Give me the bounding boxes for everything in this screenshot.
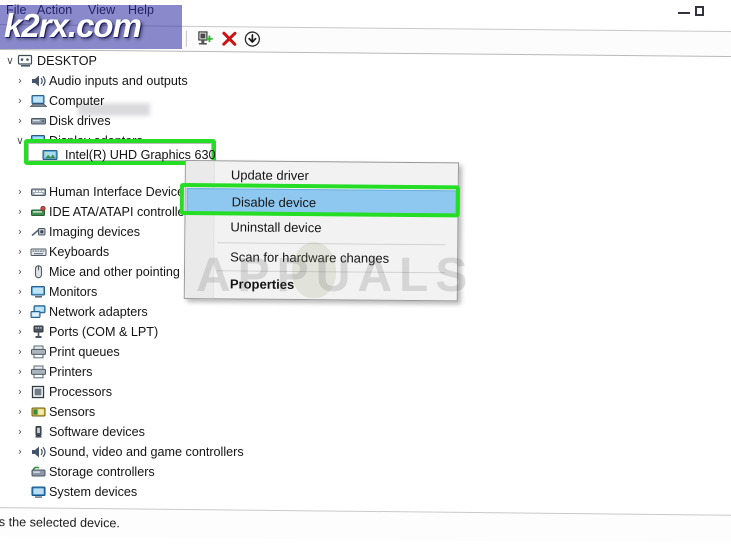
tree-item-label: Ports (COM & LPT): [49, 325, 159, 339]
usb-icon: [30, 504, 47, 505]
software-device-icon: [30, 424, 47, 440]
chevron-right-icon[interactable]: ›: [14, 422, 26, 442]
chevron-right-icon[interactable]: ›: [14, 302, 26, 322]
status-bar: es the selected device.: [0, 507, 731, 544]
chevron-right-icon[interactable]: ›: [14, 442, 26, 462]
chevron-right-icon[interactable]: ›: [14, 111, 26, 131]
chevron-right-icon[interactable]: ›: [14, 402, 26, 422]
chevron-right-icon[interactable]: ›: [14, 182, 26, 202]
appuals-watermark: APPUALS: [196, 249, 475, 302]
keyboard-icon: [30, 244, 47, 260]
tree-item-label: Storage controllers: [49, 465, 155, 479]
tree-item-label: Mice and other pointing dev: [49, 265, 204, 279]
storage-controller-icon: [30, 464, 47, 480]
scan-for-hardware-changes-icon[interactable]: [196, 30, 216, 48]
context-menu-item-update-driver[interactable]: Update driver: [187, 162, 457, 190]
chevron-down-icon[interactable]: ∨: [4, 51, 16, 71]
tree-item-label: Monitors: [49, 285, 98, 299]
tree-item-label: Sound, video and game controllers: [49, 445, 244, 459]
maximize-button[interactable]: [694, 3, 708, 17]
minimize-button[interactable]: [677, 4, 691, 18]
printer-icon: [30, 364, 47, 380]
chevron-right-icon[interactable]: ›: [14, 262, 26, 282]
tree-item-label: DESKTOP: [37, 54, 97, 68]
context-menu-item-label: Update driver: [230, 167, 309, 184]
context-menu-item-label: Uninstall device: [230, 219, 322, 236]
tree-item-label: IDE ATA/ATAPI controllers: [49, 205, 196, 219]
chevron-right-icon[interactable]: ›: [14, 362, 26, 382]
chevron-right-icon[interactable]: ›: [14, 222, 26, 242]
tree-item-label: Universal Serial Bus controllers: [49, 502, 224, 505]
display-adapter-icon: [42, 149, 59, 164]
disable-device-icon[interactable]: [243, 30, 263, 48]
tree-item-label: Processors: [49, 385, 112, 399]
port-icon: [30, 324, 47, 340]
hid-icon: [30, 184, 47, 200]
computer-icon: [29, 93, 48, 109]
context-menu-item-disable-device[interactable]: Disable device: [186, 188, 457, 217]
processor-icon: [30, 384, 47, 400]
tree-item-label: System devices: [49, 485, 138, 499]
chevron-right-icon[interactable]: ›: [14, 382, 26, 402]
tree-item-label: Print queues: [49, 345, 120, 359]
tree-item-label: Human Interface Devices: [49, 185, 191, 199]
monitor-icon: [30, 284, 47, 300]
print-queue-icon: [30, 344, 47, 360]
toolbar-separator: [185, 30, 187, 47]
sensor-icon: [30, 404, 47, 420]
tree-item-label: Software devices: [49, 425, 145, 439]
chevron-right-icon[interactable]: ›: [14, 202, 26, 222]
tree-item-label: Printers: [49, 365, 93, 379]
tree-item-label: Disk drives: [49, 114, 111, 128]
mouse-icon: [30, 264, 47, 280]
tree-item-label: Imaging devices: [49, 225, 141, 239]
sound-icon: [30, 444, 47, 460]
ide-controller-icon: [30, 204, 47, 220]
system-device-icon: [30, 484, 47, 500]
tree-item-label: Keyboards: [49, 245, 110, 259]
uninstall-device-icon[interactable]: [220, 30, 240, 48]
tree-item-intel-uhd-graphics-630[interactable]: Intel(R) UHD Graphics 630: [28, 143, 215, 164]
chevron-right-icon[interactable]: ›: [14, 282, 26, 302]
disk-icon: [30, 113, 47, 129]
k2rx-watermark: k2rx.com: [0, 5, 182, 49]
chevron-right-icon[interactable]: ›: [14, 242, 26, 262]
status-bar-text: es the selected device.: [0, 514, 121, 531]
chevron-right-icon[interactable]: ›: [14, 322, 26, 342]
tree-item-label: Audio inputs and outputs: [49, 74, 188, 88]
chevron-right-icon[interactable]: ›: [14, 71, 26, 91]
tree-item-label: Sensors: [49, 405, 96, 419]
device-manager-window: File Action View Help: [0, 0, 731, 544]
chevron-right-icon[interactable]: ›: [14, 342, 26, 362]
context-menu-item-uninstall-device[interactable]: Uninstall device: [186, 214, 456, 242]
tree-item-label: Computer: [49, 94, 105, 108]
computer-icon: [17, 53, 34, 69]
network-adapter-icon: [30, 304, 47, 320]
speaker-icon: [30, 73, 47, 89]
chevron-right-icon[interactable]: ›: [14, 91, 26, 111]
tree-item-label: Network adapters: [49, 305, 148, 319]
k2rx-watermark-text: k2rx.com: [4, 7, 142, 44]
context-menu-item-label: Disable device: [231, 194, 317, 211]
imaging-device-icon: [30, 224, 47, 240]
